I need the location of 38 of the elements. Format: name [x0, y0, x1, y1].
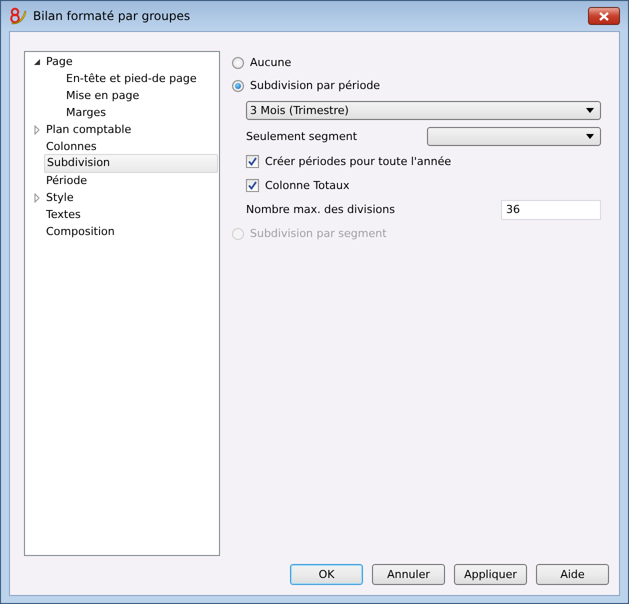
input-field[interactable]: 36: [501, 200, 601, 220]
dialog-button[interactable]: OK: [290, 564, 363, 585]
tree-item[interactable]: Page: [44, 53, 218, 70]
dropdown-arrow-icon: [586, 134, 594, 138]
app-logo-icon: [9, 7, 27, 25]
tree-item[interactable]: Mise en page: [64, 87, 218, 104]
checkbox[interactable]: [246, 154, 259, 168]
segment-dropdown[interactable]: [427, 126, 601, 146]
radio-label: Subdivision par segment: [250, 227, 387, 240]
collapsed-arrow-icon[interactable]: [32, 124, 42, 134]
dialog-button[interactable]: Appliquer: [454, 564, 527, 585]
radio-button[interactable]: [232, 80, 244, 92]
period-dropdown[interactable]: 3 Mois (Trimestre): [246, 100, 601, 120]
tree-item[interactable]: En-tête et pied-de page: [64, 70, 218, 87]
tree-item[interactable]: Colonnes: [44, 138, 218, 155]
field-label: Nombre max. des divisions: [246, 203, 396, 216]
window-title: Bilan formaté par groupes: [33, 9, 192, 23]
tree-item[interactable]: Textes: [44, 206, 218, 223]
tree-item[interactable]: Période: [44, 172, 218, 189]
checkbox-label: Créer périodes pour toute l'année: [265, 154, 452, 168]
tree-item[interactable]: Plan comptable: [44, 121, 218, 138]
collapsed-arrow-icon[interactable]: [32, 192, 42, 202]
dropdown-arrow-icon: [586, 108, 594, 112]
checkbox[interactable]: [246, 178, 259, 192]
close-button[interactable]: [588, 7, 620, 25]
field-label: Seulement segment: [246, 130, 358, 142]
tree-item[interactable]: Style: [44, 189, 218, 206]
radio-label: Aucune: [250, 56, 292, 69]
tree-item[interactable]: Marges: [64, 104, 218, 121]
dialog-button[interactable]: Aide: [536, 564, 609, 585]
checkbox-label: Colonne Totaux: [265, 178, 350, 192]
tree-item[interactable]: Composition: [44, 223, 218, 240]
radio-label: Subdivision par période: [250, 79, 380, 92]
close-icon: [599, 12, 609, 20]
radio-button[interactable]: [232, 56, 244, 68]
expanded-arrow-icon[interactable]: [32, 56, 42, 66]
dialog-button[interactable]: Annuler: [372, 564, 445, 585]
tree-item[interactable]: Subdivision: [44, 154, 218, 173]
